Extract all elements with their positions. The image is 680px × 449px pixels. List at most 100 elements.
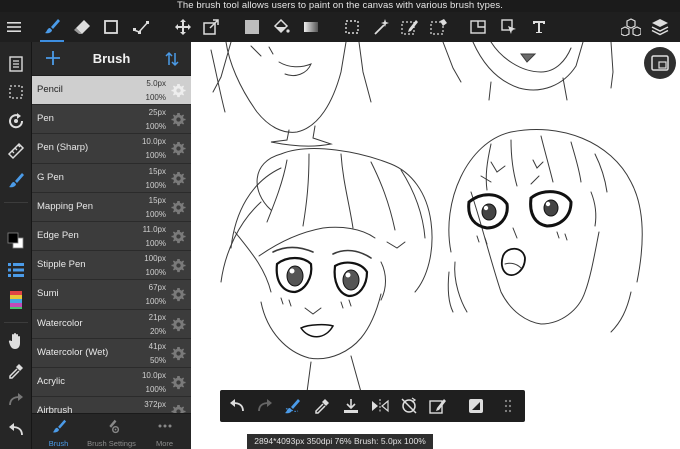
brush-item[interactable]: Pen (Sharp) 10.0px 100%	[32, 134, 191, 164]
shape-tool-button[interactable]	[99, 12, 123, 42]
color-palette-button[interactable]	[3, 287, 29, 313]
brush-opacity: 100%	[145, 384, 166, 394]
brush-settings-gear-button[interactable]	[171, 229, 186, 244]
sort-brushes-button[interactable]	[164, 50, 180, 68]
rotate-canvas-button[interactable]	[3, 108, 29, 134]
brush-settings-gear-button[interactable]	[171, 171, 186, 186]
fill-tool-button[interactable]	[269, 12, 293, 42]
brush-shortcut-button[interactable]	[3, 167, 29, 193]
brush-item[interactable]: Airbrush 372px	[32, 397, 191, 413]
undo-button[interactable]	[3, 417, 29, 443]
vector-tool-button[interactable]	[129, 12, 153, 42]
brush-size: 15px	[148, 195, 166, 205]
brush-opacity: 100%	[145, 238, 166, 248]
text-tool-button[interactable]	[527, 12, 551, 42]
save-action-button[interactable]	[339, 394, 363, 418]
layer-select-icon	[501, 19, 516, 34]
brush-settings-gear-button[interactable]	[171, 112, 186, 127]
tab-brush-settings[interactable]: Brush Settings	[85, 414, 138, 449]
menu-button[interactable]	[2, 12, 26, 42]
brush-item[interactable]: Acrylic 10.0px 100%	[32, 367, 191, 398]
tab-brush[interactable]: Brush	[32, 414, 85, 449]
brush-settings-gear-button[interactable]	[171, 346, 186, 361]
rotate-action-button[interactable]	[397, 394, 421, 418]
gear-icon	[171, 142, 186, 156]
gradient-icon	[304, 22, 318, 32]
gear-icon	[171, 229, 186, 243]
edit-action-button[interactable]	[426, 394, 450, 418]
selection-eraser-button[interactable]	[427, 12, 451, 42]
flip-horizontal-button[interactable]	[368, 394, 392, 418]
ruler-button[interactable]	[3, 138, 29, 164]
rail-divider	[4, 322, 28, 323]
brush-item[interactable]: Stipple Pen 100px 100%	[32, 251, 191, 281]
brush-name: Acrylic	[37, 375, 65, 387]
redo-action-button[interactable]	[253, 394, 277, 418]
layer-list-button[interactable]	[3, 257, 29, 283]
drawing-canvas[interactable]	[191, 42, 680, 449]
sort-arrows-icon	[165, 51, 179, 67]
tab-label: Brush Settings	[87, 439, 136, 448]
top-left-face-sketch	[210, 42, 372, 147]
redo-button[interactable]	[3, 387, 29, 413]
brush-item[interactable]: Pencil 5.0px 100%	[32, 76, 191, 106]
color-picker-button[interactable]	[3, 228, 29, 254]
selection-pen-button[interactable]	[398, 12, 422, 42]
hand-tool-button[interactable]	[3, 328, 29, 354]
tab-more[interactable]: More	[138, 414, 191, 449]
fill-color-button[interactable]	[240, 12, 264, 42]
brush-name: Watercolor	[37, 317, 83, 329]
brush-settings-gear-button[interactable]	[171, 375, 186, 390]
brush-item[interactable]: Sumi 67px 100%	[32, 280, 191, 310]
tab-label: More	[155, 439, 174, 448]
navigator-button[interactable]	[644, 47, 676, 79]
brush-item[interactable]: G Pen 15px 100%	[32, 163, 191, 193]
select-layer-button[interactable]	[497, 12, 521, 42]
brush-settings-gear-button[interactable]	[171, 83, 186, 98]
transform-tool-button[interactable]	[199, 12, 223, 42]
move-tool-button[interactable]	[171, 12, 195, 42]
brush-size: 67px	[148, 283, 166, 293]
brush-panel-tabs: Brush Brush Settings More	[32, 413, 191, 449]
stabilizer-button[interactable]	[281, 394, 305, 418]
selection-tool-button[interactable]	[340, 12, 364, 42]
brush-panel-header: Brush	[32, 42, 191, 76]
layers-button[interactable]	[648, 12, 672, 42]
page-manager-button[interactable]	[3, 51, 29, 77]
brush-item[interactable]: Watercolor 21px 20%	[32, 309, 191, 339]
right-girl-sketch	[447, 128, 643, 333]
redo-icon	[9, 393, 23, 406]
ruler-icon	[7, 142, 25, 160]
eyedropper-button[interactable]	[3, 358, 29, 384]
eyedropper-action-button[interactable]	[310, 394, 334, 418]
quick-selection-button[interactable]	[3, 79, 29, 105]
brush-settings-gear-button[interactable]	[171, 287, 186, 302]
materials-button[interactable]	[619, 12, 643, 42]
undo-action-button[interactable]	[225, 394, 249, 418]
download-icon	[344, 399, 358, 413]
eyedropper-icon	[315, 399, 329, 414]
eraser-tool-button[interactable]	[70, 12, 94, 42]
brush-settings-gear-button[interactable]	[171, 141, 186, 156]
materials-cubes-icon	[621, 18, 641, 36]
navigator-icon	[651, 55, 669, 71]
brush-settings-gear-button[interactable]	[171, 200, 186, 215]
brush-item[interactable]: Mapping Pen 15px 100%	[32, 192, 191, 222]
action-bar-handle[interactable]	[496, 394, 520, 418]
gear-icon	[171, 259, 186, 273]
magic-wand-button[interactable]	[369, 12, 393, 42]
brush-panel: Brush Pencil 5.0px 100% Pen 25px 100% Pen (Sha…	[32, 42, 191, 449]
brush-settings-gear-button[interactable]	[171, 317, 186, 332]
brush-settings-gear-button[interactable]	[171, 258, 186, 273]
brush-item[interactable]: Edge Pen 11.0px 100%	[32, 221, 191, 252]
transparency-lock-button[interactable]	[464, 394, 488, 418]
brush-tool-button[interactable]	[40, 12, 64, 42]
brush-item[interactable]: Watercolor (Wet) 41px 50%	[32, 338, 191, 368]
brush-settings-gear-button[interactable]	[171, 404, 186, 413]
more-icon	[158, 424, 171, 428]
frame-divider-button[interactable]	[466, 12, 490, 42]
text-icon	[533, 21, 545, 33]
gradient-tool-button[interactable]	[299, 12, 323, 42]
brush-name: Mapping Pen	[37, 200, 93, 212]
brush-item[interactable]: Pen 25px 100%	[32, 105, 191, 135]
